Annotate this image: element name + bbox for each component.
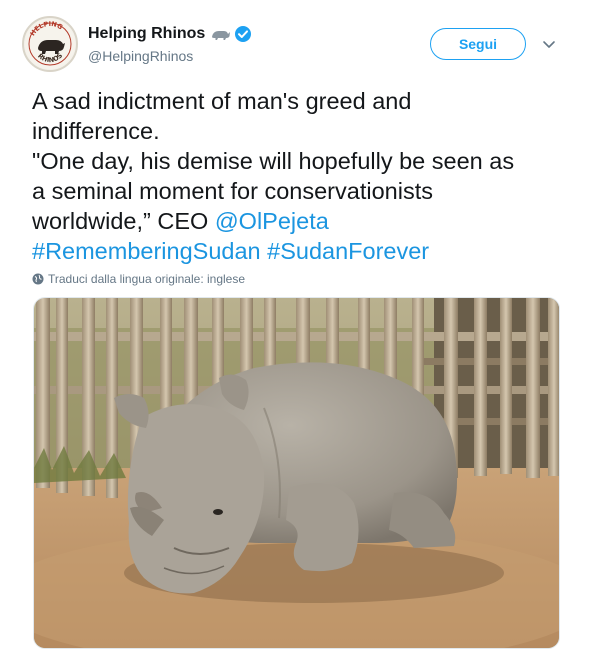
handle[interactable]: @HelpingRhinos xyxy=(88,48,193,64)
tweet-text: A sad indictment of man's greed and indi… xyxy=(32,86,572,266)
helping-rhinos-logo-icon: HELPING RHINOS xyxy=(25,19,75,69)
avatar[interactable]: HELPING RHINOS xyxy=(22,16,78,72)
tweet-line: A sad indictment of man's greed and xyxy=(32,88,412,114)
chevron-down-icon[interactable] xyxy=(541,36,557,52)
tweet-line: indifference. xyxy=(32,118,160,144)
hashtag-link[interactable]: #SudanForever xyxy=(267,238,429,264)
globe-icon xyxy=(32,273,44,285)
tweet-card: HELPING RHINOS Helping Rhinos @HelpingRh… xyxy=(0,0,593,660)
follow-button[interactable]: Segui xyxy=(430,28,526,60)
rhino-photo xyxy=(34,298,559,648)
tweet-line: #RememberingSudan #SudanForever xyxy=(32,236,572,266)
tweet-line-prefix: worldwide,” CEO xyxy=(32,208,215,234)
display-name[interactable]: Helping Rhinos xyxy=(88,25,205,43)
tweet-photo[interactable] xyxy=(33,297,560,649)
translate-link[interactable]: Traduci dalla lingua originale: inglese xyxy=(32,272,245,286)
tweet-line: a seminal moment for conservationists xyxy=(32,178,433,204)
name-row: Helping Rhinos xyxy=(88,24,252,44)
hashtag-link[interactable]: #RememberingSudan xyxy=(32,238,261,264)
tweet-line: "One day, his demise will hopefully be s… xyxy=(32,148,515,174)
tweet-line: worldwide,” CEO @OlPejeta xyxy=(32,206,572,236)
rhino-icon xyxy=(211,26,231,42)
mention-link[interactable]: @OlPejeta xyxy=(215,208,329,234)
verified-badge-icon xyxy=(234,25,252,43)
tweet-header: HELPING RHINOS Helping Rhinos @HelpingRh… xyxy=(0,0,593,80)
translate-label[interactable]: Traduci dalla lingua originale: inglese xyxy=(48,272,245,286)
